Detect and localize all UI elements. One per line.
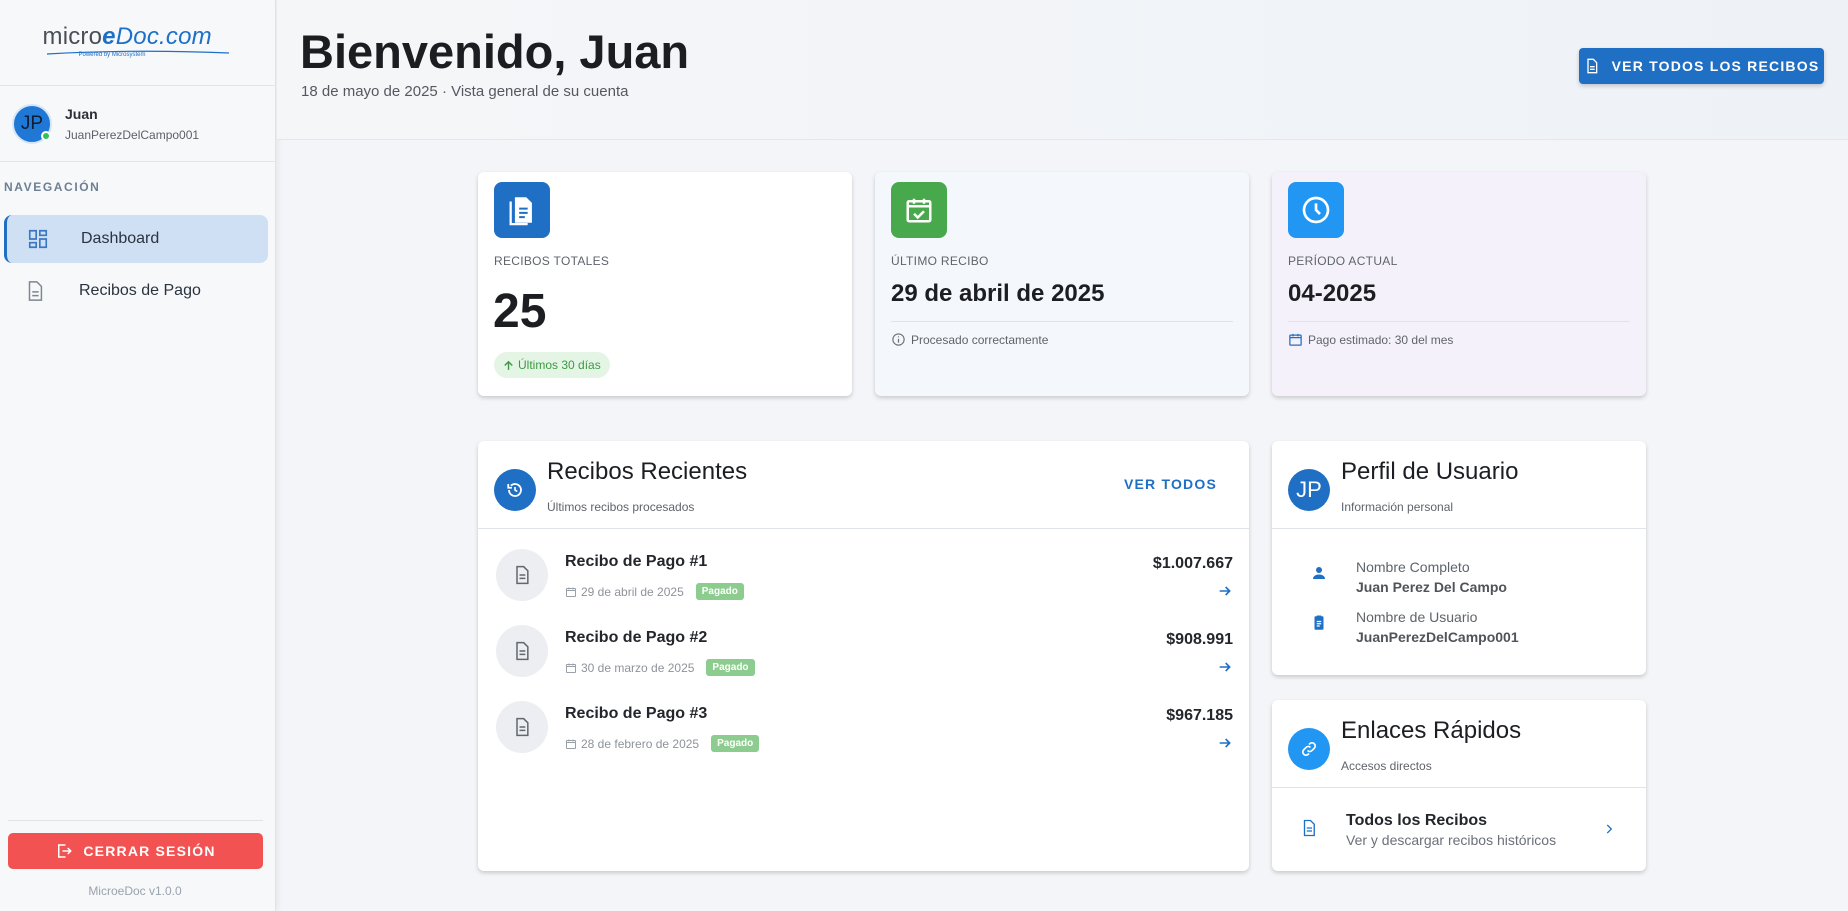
- quick-link-all-receipts[interactable]: Todos los Recibos Ver y descargar recibo…: [1272, 788, 1646, 872]
- document-icon: [496, 625, 548, 677]
- view-all-receipts-button[interactable]: VER TODOS LOS RECIBOS: [1579, 48, 1824, 84]
- stat-card-period: PERÍODO ACTUAL 04-2025 Pago estimado: 30…: [1272, 172, 1646, 396]
- dashboard-icon: [28, 229, 48, 249]
- brand-name: microeDoc.com: [42, 22, 212, 50]
- receipt-title: Recibo de Pago #1: [565, 553, 708, 570]
- arrow-up-icon: [504, 360, 513, 370]
- stat-label: ÚLTIMO RECIBO: [891, 254, 989, 268]
- logout-icon: [58, 844, 73, 858]
- section-subtitle: Últimos recibos procesados: [547, 500, 695, 514]
- receipt-amount: $1.007.667: [1152, 555, 1233, 572]
- app-version: MicroeDoc v1.0.0: [88, 884, 182, 898]
- stat-value: 29 de abril de 2025: [891, 280, 1105, 307]
- status-badge: Pagado: [711, 735, 760, 752]
- brand-logo[interactable]: microeDoc.com Powered by Microsystem: [43, 23, 233, 63]
- stat-card-total: RECIBOS TOTALES 25 Últimos 30 días: [478, 172, 852, 396]
- calendar-icon: [566, 663, 576, 673]
- badge-icon: [1314, 615, 1324, 630]
- recent-receipts-card: Recibos Recientes Últimos recibos proces…: [478, 441, 1249, 871]
- brand-tagline: Powered by Microsystem: [78, 51, 146, 58]
- field-value: JuanPerezDelCampo001: [1356, 629, 1519, 645]
- profile-header: JP Perfil de Usuario Información persona…: [1272, 441, 1646, 529]
- receipt-date: 30 de marzo de 2025 Pagado: [565, 659, 755, 676]
- sidebar-item-recibos[interactable]: Recibos de Pago: [4, 267, 268, 315]
- sidebar: microeDoc.com Powered by Microsystem JP …: [0, 0, 276, 911]
- divider: [891, 321, 1233, 322]
- arrow-right-icon[interactable]: [1217, 583, 1233, 599]
- online-status-dot: [41, 130, 51, 141]
- profile-avatar: JP: [1288, 469, 1330, 511]
- status-badge: Pagado: [706, 659, 755, 676]
- view-all-link[interactable]: VER TODOS: [1124, 476, 1217, 492]
- stat-card-last-receipt: ÚLTIMO RECIBO 29 de abril de 2025 Proces…: [875, 172, 1249, 396]
- user-name: Juan: [65, 105, 98, 122]
- stat-footnote: Pago estimado: 30 del mes: [1288, 332, 1453, 347]
- history-icon: [494, 469, 536, 511]
- receipt-date: 29 de abril de 2025 Pagado: [565, 583, 744, 600]
- document-icon: [28, 281, 43, 301]
- sidebar-item-dashboard[interactable]: Dashboard: [4, 215, 268, 263]
- user-username: JuanPerezDelCampo001: [65, 127, 200, 142]
- receipt-item[interactable]: Recibo de Pago #2 30 de marzo de 2025 Pa…: [478, 625, 1249, 695]
- nav-section-title: NAVEGACIÓN: [4, 180, 101, 194]
- section-subtitle: Accesos directos: [1341, 759, 1432, 773]
- arrow-right-icon[interactable]: [1217, 735, 1233, 751]
- trend-chip: Últimos 30 días: [494, 352, 610, 378]
- person-icon: [1313, 567, 1325, 579]
- receipt-title: Recibo de Pago #2: [565, 629, 708, 646]
- stat-label: PERÍODO ACTUAL: [1288, 254, 1398, 268]
- receipt-amount: $967.185: [1166, 707, 1233, 724]
- calendar-icon: [566, 587, 576, 597]
- field-value: Juan Perez Del Campo: [1356, 579, 1507, 595]
- calendar-check-icon: [891, 182, 947, 238]
- receipt-item[interactable]: Recibo de Pago #3 28 de febrero de 2025 …: [478, 701, 1249, 771]
- divider: [8, 820, 263, 821]
- quick-links-card: Enlaces Rápidos Accesos directos Todos l…: [1272, 700, 1646, 871]
- logo-area: microeDoc.com Powered by Microsystem: [0, 0, 275, 86]
- document-icon: [1303, 819, 1315, 837]
- section-subtitle: Información personal: [1341, 500, 1454, 514]
- sidebar-item-label: Dashboard: [81, 230, 160, 247]
- section-title: Recibos Recientes: [547, 458, 748, 485]
- info-icon: [892, 333, 905, 346]
- profile-fullname-row: Nombre Completo Juan Perez Del Campo: [1272, 559, 1646, 603]
- recent-receipts-header: Recibos Recientes Últimos recibos proces…: [478, 441, 1249, 529]
- field-label: Nombre Completo: [1356, 559, 1470, 575]
- clock-icon: [1288, 182, 1344, 238]
- logout-button[interactable]: CERRAR SESIÓN: [8, 833, 263, 869]
- arrow-right-icon[interactable]: [1217, 659, 1233, 675]
- receipt-title: Recibo de Pago #3: [565, 705, 708, 722]
- profile-card: JP Perfil de Usuario Información persona…: [1272, 441, 1646, 675]
- document-icon: [496, 549, 548, 601]
- page-header: Bienvenido, Juan 18 de mayo de 2025 · Vi…: [277, 0, 1848, 140]
- chevron-right-icon: [1606, 824, 1613, 834]
- profile-username-row: Nombre de Usuario JuanPerezDelCampo001: [1272, 609, 1646, 653]
- receipt-amount: $908.991: [1166, 631, 1233, 648]
- sidebar-user: JP Juan JuanPerezDelCampo001: [0, 86, 275, 162]
- divider: [1288, 321, 1630, 322]
- section-title: Enlaces Rápidos: [1341, 717, 1522, 744]
- stat-label: RECIBOS TOTALES: [494, 254, 610, 268]
- section-title: Perfil de Usuario: [1341, 458, 1519, 485]
- sidebar-item-label: Recibos de Pago: [79, 282, 201, 299]
- stat-value: 04-2025: [1288, 280, 1377, 307]
- quick-links-header: Enlaces Rápidos Accesos directos: [1272, 700, 1646, 788]
- receipt-date: 28 de febrero de 2025 Pagado: [565, 735, 760, 752]
- quick-link-subtitle: Ver y descargar recibos históricos: [1346, 832, 1557, 848]
- page-title: Bienvenido, Juan: [300, 25, 690, 78]
- receipt-item[interactable]: Recibo de Pago #1 29 de abril de 2025 Pa…: [478, 549, 1249, 619]
- avatar: JP: [12, 103, 52, 144]
- page-subtitle: 18 de mayo de 2025 · Vista general de su…: [301, 83, 629, 100]
- stat-footnote: Procesado correctamente: [891, 332, 1048, 347]
- calendar-icon: [1289, 333, 1302, 346]
- document-icon: [1586, 58, 1597, 74]
- receipt-icon: [494, 182, 550, 238]
- quick-link-title: Todos los Recibos: [1346, 812, 1488, 829]
- link-icon: [1288, 728, 1330, 770]
- calendar-icon: [566, 739, 576, 749]
- status-badge: Pagado: [695, 583, 744, 600]
- document-icon: [496, 701, 548, 753]
- stat-value: 25: [493, 285, 547, 338]
- field-label: Nombre de Usuario: [1356, 609, 1478, 625]
